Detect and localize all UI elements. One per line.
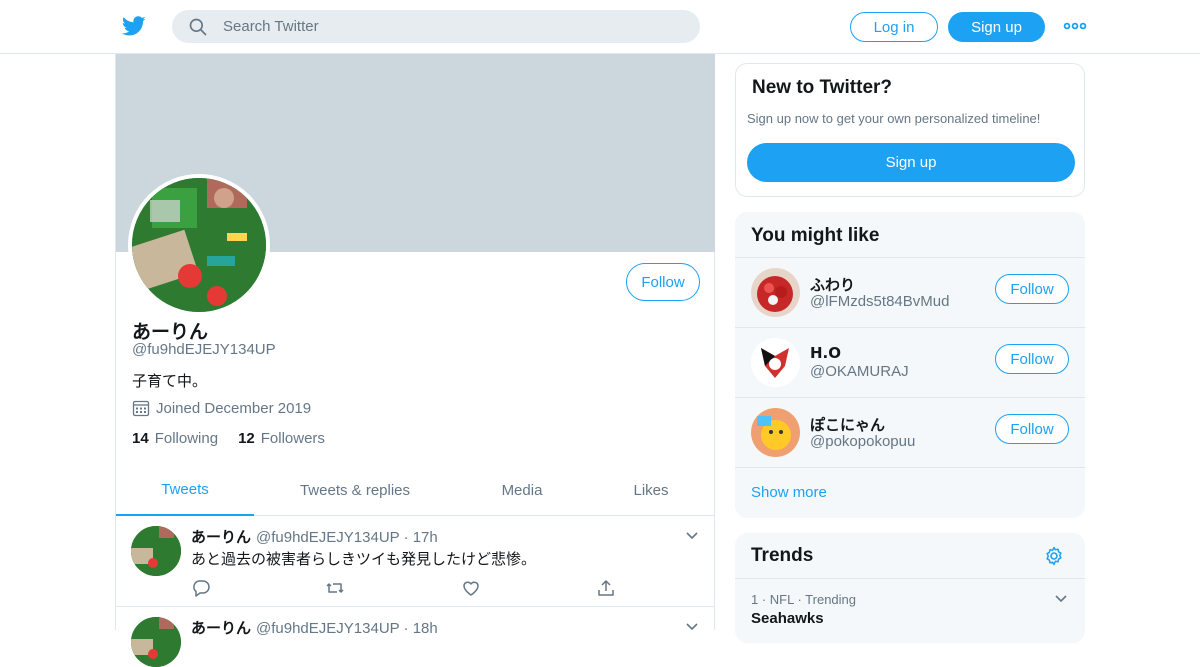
tweet-author-name[interactable]: あーりん bbox=[191, 617, 251, 638]
suggested-user-avatar[interactable] bbox=[751, 268, 800, 317]
follow-button[interactable]: Follow bbox=[995, 414, 1069, 444]
suggested-user-name[interactable]: H.O bbox=[810, 344, 841, 362]
new-to-twitter-title: New to Twitter? bbox=[752, 77, 893, 98]
chevron-down-icon[interactable] bbox=[684, 528, 700, 544]
signup-cta-button[interactable]: Sign up bbox=[747, 143, 1075, 182]
profile-stats: 14 Following 12 Followers bbox=[132, 430, 345, 447]
following-count: 14 bbox=[132, 430, 149, 447]
tweet-item[interactable]: あーりん @fu9hdEJEJY134UP · 18h bbox=[116, 607, 715, 667]
search-bar[interactable] bbox=[172, 10, 700, 43]
tweet-text: あと過去の被害者らしきツイも発見したけど悲惨。 bbox=[191, 550, 537, 568]
tweet-avatar[interactable] bbox=[131, 617, 181, 667]
tweet-actions bbox=[191, 578, 621, 598]
share-icon[interactable] bbox=[596, 578, 616, 598]
tab-tweets-replies[interactable]: Tweets & replies bbox=[276, 464, 434, 516]
calendar-icon bbox=[132, 400, 150, 417]
avatar-photo-icon bbox=[131, 617, 181, 667]
trends-card: Trends 1 · NFL · Trending Seahawks bbox=[735, 533, 1085, 643]
tweet-header: あーりん @fu9hdEJEJY134UP · 17h bbox=[191, 526, 438, 547]
search-icon bbox=[189, 18, 207, 35]
suggested-user[interactable]: H.O @OKAMURAJ Follow bbox=[735, 327, 1085, 397]
tweet-author-name[interactable]: あーりん bbox=[191, 526, 251, 547]
new-to-twitter-subtitle: Sign up now to get your own personalized… bbox=[747, 111, 1041, 126]
tab-tweets[interactable]: Tweets bbox=[116, 464, 254, 516]
profile-joined-date: Joined December 2019 bbox=[132, 399, 311, 417]
chevron-down-icon[interactable] bbox=[1053, 591, 1069, 607]
suggested-user-name[interactable]: ふわり bbox=[810, 274, 855, 295]
you-might-like-card: You might like ふわり @lFMzds5t84BvMud Foll… bbox=[735, 212, 1085, 518]
tab-likes[interactable]: Likes bbox=[606, 464, 696, 516]
you-might-like-title: You might like bbox=[751, 225, 880, 246]
trend-item[interactable]: 1 · NFL · Trending Seahawks bbox=[735, 578, 1085, 638]
gear-icon[interactable] bbox=[1044, 546, 1064, 566]
tweet-meta: @fu9hdEJEJY134UP · 18h bbox=[256, 620, 438, 637]
suggested-user-handle: @lFMzds5t84BvMud bbox=[810, 293, 950, 310]
more-dots-icon[interactable] bbox=[1063, 18, 1087, 34]
suggested-user-handle: @OKAMURAJ bbox=[810, 363, 909, 380]
suggested-user[interactable]: ぽこにゃん @pokopokopuu Follow bbox=[735, 397, 1085, 467]
following-link[interactable]: 14 Following bbox=[132, 430, 218, 447]
chevron-down-icon[interactable] bbox=[684, 619, 700, 635]
suggested-user-name[interactable]: ぽこにゃん bbox=[810, 414, 885, 435]
followers-label: Followers bbox=[260, 430, 325, 447]
tab-media[interactable]: Media bbox=[476, 464, 568, 516]
avatar-photo-icon bbox=[132, 178, 266, 312]
suggested-user[interactable]: ふわり @lFMzds5t84BvMud Follow bbox=[735, 257, 1085, 327]
twitter-bird-icon[interactable] bbox=[121, 14, 147, 38]
retweet-icon[interactable] bbox=[325, 578, 345, 598]
profile-name: あーりん bbox=[132, 321, 209, 343]
signup-button[interactable]: Sign up bbox=[948, 12, 1045, 42]
profile-column: Follow あーりん @fu9hdEJEJY134UP 子育て中。 Joine… bbox=[115, 54, 715, 667]
show-more-link[interactable]: Show more bbox=[735, 467, 1085, 518]
reply-icon[interactable] bbox=[191, 578, 211, 598]
trends-title: Trends bbox=[751, 545, 814, 566]
tweet-header: あーりん @fu9hdEJEJY134UP · 18h bbox=[191, 617, 438, 638]
suggested-user-avatar[interactable] bbox=[751, 338, 800, 387]
followers-count: 12 bbox=[238, 430, 255, 447]
follow-button[interactable]: Follow bbox=[626, 263, 700, 301]
suggested-user-avatar[interactable] bbox=[751, 408, 800, 457]
trend-context: 1 · NFL · Trending bbox=[751, 592, 857, 607]
tweet-item[interactable]: あーりん @fu9hdEJEJY134UP · 17h あと過去の被害者らしきツ… bbox=[116, 516, 715, 607]
avatar-photo-icon bbox=[751, 408, 800, 457]
avatar-photo-icon bbox=[751, 268, 800, 317]
search-input[interactable] bbox=[223, 18, 663, 35]
avatar-photo-icon bbox=[131, 526, 181, 576]
profile-handle: @fu9hdEJEJY134UP bbox=[132, 341, 276, 358]
top-navigation-bar: Log in Sign up bbox=[0, 0, 1200, 54]
trend-topic: Seahawks bbox=[751, 610, 824, 627]
tweet-meta: @fu9hdEJEJY134UP · 17h bbox=[256, 529, 438, 546]
following-label: Following bbox=[154, 430, 219, 447]
follow-button[interactable]: Follow bbox=[995, 344, 1069, 374]
suggested-user-handle: @pokopokopuu bbox=[810, 433, 916, 450]
follow-button[interactable]: Follow bbox=[995, 274, 1069, 304]
profile-avatar[interactable] bbox=[128, 174, 270, 316]
joined-text: Joined December 2019 bbox=[156, 399, 312, 417]
followers-link[interactable]: 12 Followers bbox=[238, 430, 325, 447]
new-to-twitter-card: New to Twitter? Sign up now to get your … bbox=[735, 63, 1085, 197]
like-heart-icon[interactable] bbox=[461, 578, 481, 598]
login-button[interactable]: Log in bbox=[850, 12, 938, 42]
profile-bio: 子育て中。 bbox=[132, 372, 208, 390]
tweet-avatar[interactable] bbox=[131, 526, 181, 576]
profile-tabs: Tweets Tweets & replies Media Likes bbox=[116, 464, 715, 516]
avatar-photo-icon bbox=[751, 338, 800, 387]
